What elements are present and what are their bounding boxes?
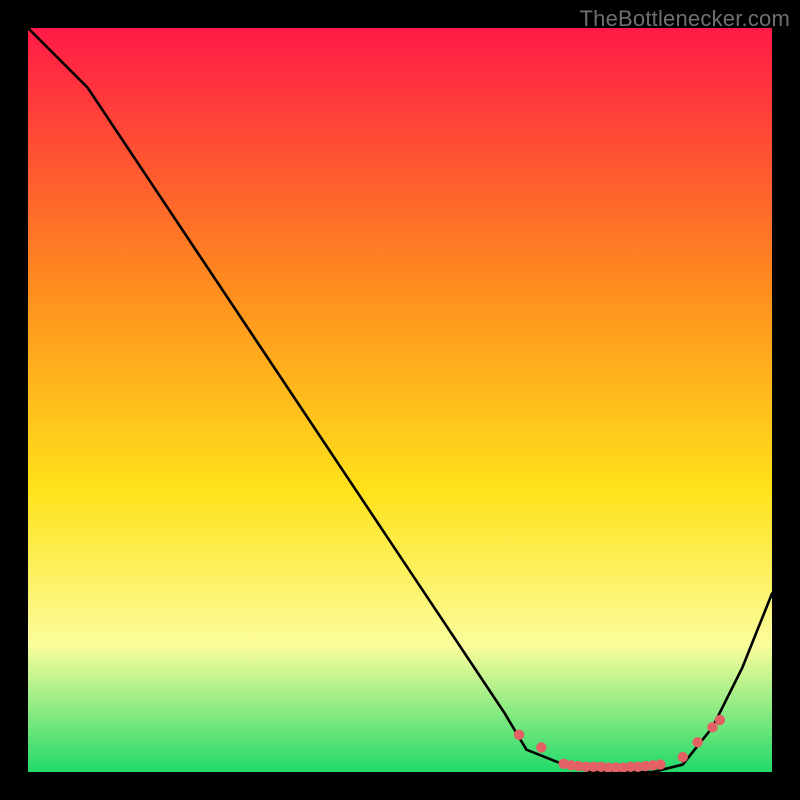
marker-dot xyxy=(514,730,524,740)
marker-dot xyxy=(707,722,717,732)
bottleneck-chart xyxy=(28,28,772,772)
marker-dot xyxy=(536,742,546,752)
watermark-text: TheBottlenecker.com xyxy=(580,6,790,32)
marker-dot xyxy=(655,759,665,769)
marker-dot xyxy=(678,752,688,762)
marker-dot xyxy=(715,715,725,725)
chart-frame xyxy=(28,28,772,772)
gradient-background xyxy=(28,28,772,772)
marker-dot xyxy=(692,737,702,747)
